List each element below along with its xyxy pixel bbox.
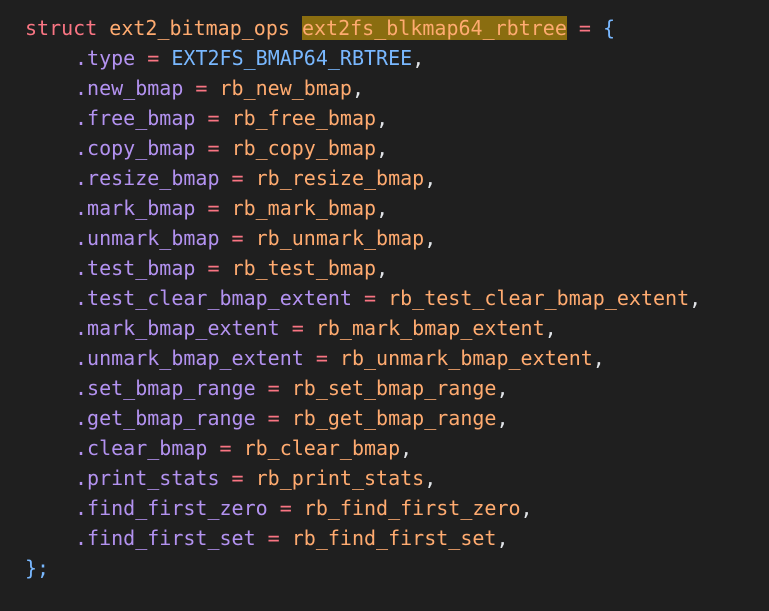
code-line-field: .copy_bmap = rb_copy_bmap, <box>25 133 769 163</box>
comma: , <box>592 346 605 370</box>
field-value: rb_unmark_bmap_extent <box>339 346 593 370</box>
closing-brace: }; <box>25 556 50 580</box>
assign-operator: = <box>291 316 304 340</box>
comma: , <box>376 136 389 160</box>
code-line-field: .find_first_zero = rb_find_first_zero, <box>25 493 769 523</box>
field-value: rb_set_bmap_range <box>291 376 497 400</box>
field-name: .set_bmap_range <box>75 376 256 400</box>
assign-operator: = <box>231 226 244 250</box>
comma: , <box>689 286 702 310</box>
code-line-field: .free_bmap = rb_free_bmap, <box>25 103 769 133</box>
code-line-field: .unmark_bmap_extent = rb_unmark_bmap_ext… <box>25 343 769 373</box>
field-name: .free_bmap <box>75 106 196 130</box>
code-line-field: .get_bmap_range = rb_get_bmap_range, <box>25 403 769 433</box>
field-value: rb_copy_bmap <box>231 136 377 160</box>
field-initializer-list: .type = EXT2FS_BMAP64_RBTREE, .new_bmap =… <box>25 43 769 553</box>
code-line-declaration: struct ext2_bitmap_ops ext2fs_blkmap64_r… <box>25 13 769 43</box>
code-line-field: .find_first_set = rb_find_first_set, <box>25 523 769 553</box>
field-name: .mark_bmap_extent <box>75 316 280 340</box>
assign-operator: = <box>364 286 377 310</box>
field-value: rb_free_bmap <box>231 106 377 130</box>
code-line-field: .test_clear_bmap_extent = rb_test_clear_… <box>25 283 769 313</box>
assign-operator: = <box>147 46 160 70</box>
assign-operator: = <box>267 526 280 550</box>
field-name: .get_bmap_range <box>75 406 256 430</box>
code-line-field: .unmark_bmap = rb_unmark_bmap, <box>25 223 769 253</box>
code-editor[interactable]: struct ext2_bitmap_ops ext2fs_blkmap64_r… <box>0 0 769 611</box>
code-line-field: .print_stats = rb_print_stats, <box>25 463 769 493</box>
field-name: .unmark_bmap <box>75 226 220 250</box>
field-value: rb_mark_bmap_extent <box>315 316 545 340</box>
comma: , <box>351 76 365 100</box>
field-value: rb_test_bmap <box>231 256 377 280</box>
field-name: .copy_bmap <box>75 136 196 160</box>
assign-operator: = <box>231 466 244 490</box>
code-line-field: .resize_bmap = rb_resize_bmap, <box>25 163 769 193</box>
field-name: .new_bmap <box>75 76 184 100</box>
comma: , <box>424 226 437 250</box>
field-name: .type <box>75 46 136 70</box>
highlighted-variable-name[interactable]: ext2fs_blkmap64_rbtree <box>301 16 567 40</box>
assign-operator: = <box>315 346 328 370</box>
code-line-field: .type = EXT2FS_BMAP64_RBTREE, <box>25 43 769 73</box>
code-line-field: .test_bmap = rb_test_bmap, <box>25 253 769 283</box>
field-value: rb_get_bmap_range <box>291 406 497 430</box>
field-value: rb_find_first_set <box>291 526 497 550</box>
field-value: rb_test_clear_bmap_extent <box>388 286 690 310</box>
open-brace: { <box>603 16 616 40</box>
field-name: .test_bmap <box>75 256 196 280</box>
field-value: rb_find_first_zero <box>303 496 521 520</box>
comma: , <box>412 46 425 70</box>
code-line-field: .new_bmap = rb_new_bmap, <box>25 73 769 103</box>
field-value: rb_unmark_bmap <box>255 226 425 250</box>
comma: , <box>496 526 509 550</box>
struct-keyword: struct <box>25 16 98 40</box>
field-value: rb_resize_bmap <box>255 166 425 190</box>
field-value: rb_clear_bmap <box>243 436 401 460</box>
code-line-closing: }; <box>25 553 769 583</box>
comma: , <box>424 166 437 190</box>
field-name: .test_clear_bmap_extent <box>75 286 352 310</box>
code-line-field: .mark_bmap = rb_mark_bmap, <box>25 193 769 223</box>
field-name: .unmark_bmap_extent <box>75 346 304 370</box>
struct-type-name: ext2_bitmap_ops <box>109 16 290 40</box>
assign-operator: = <box>578 16 591 40</box>
comma: , <box>520 496 533 520</box>
comma: , <box>376 106 389 130</box>
comma: , <box>496 406 509 430</box>
field-value: rb_print_stats <box>255 466 425 490</box>
field-name: .find_first_set <box>75 526 256 550</box>
comma: , <box>376 196 389 220</box>
assign-operator: = <box>207 256 220 280</box>
field-value: rb_new_bmap <box>219 76 352 100</box>
code-line-field: .mark_bmap_extent = rb_mark_bmap_extent, <box>25 313 769 343</box>
assign-operator: = <box>267 406 280 430</box>
assign-operator: = <box>267 376 280 400</box>
field-value: EXT2FS_BMAP64_RBTREE <box>171 46 413 70</box>
field-name: .find_first_zero <box>75 496 268 520</box>
code-line-field: .clear_bmap = rb_clear_bmap, <box>25 433 769 463</box>
assign-operator: = <box>231 166 244 190</box>
assign-operator: = <box>207 106 220 130</box>
assign-operator: = <box>195 76 208 100</box>
field-name: .resize_bmap <box>75 166 220 190</box>
comma: , <box>496 376 509 400</box>
field-name: .mark_bmap <box>75 196 196 220</box>
field-value: rb_mark_bmap <box>231 196 377 220</box>
field-name: .print_stats <box>75 466 220 490</box>
assign-operator: = <box>207 196 220 220</box>
assign-operator: = <box>279 496 292 520</box>
comma: , <box>376 256 389 280</box>
code-line-field: .set_bmap_range = rb_set_bmap_range, <box>25 373 769 403</box>
assign-operator: = <box>219 436 232 460</box>
comma: , <box>400 436 413 460</box>
comma: , <box>424 466 437 490</box>
assign-operator: = <box>207 136 220 160</box>
comma: , <box>544 316 557 340</box>
field-name: .clear_bmap <box>75 436 208 460</box>
